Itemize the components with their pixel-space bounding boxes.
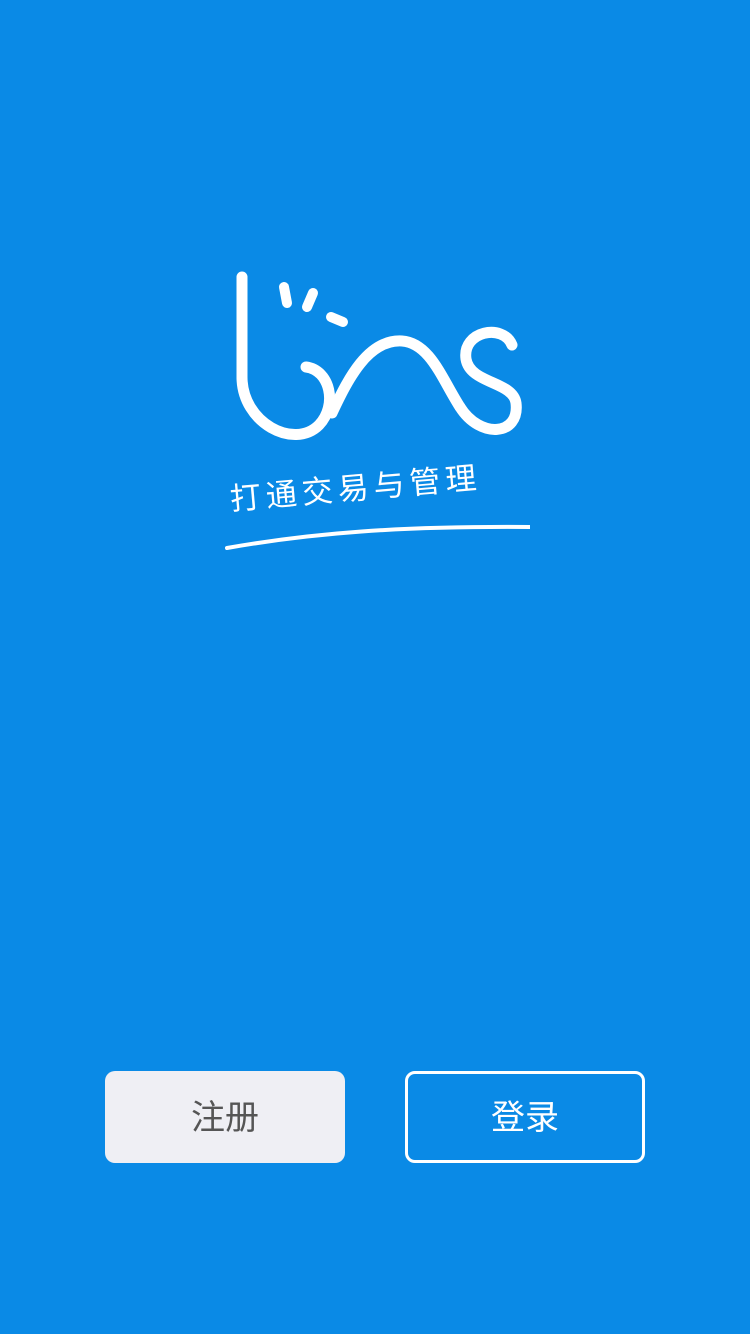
splash-screen: 打通交易与管理 注册 登录: [0, 0, 750, 1334]
register-button[interactable]: 注册: [105, 1071, 345, 1163]
login-button[interactable]: 登录: [405, 1071, 645, 1163]
